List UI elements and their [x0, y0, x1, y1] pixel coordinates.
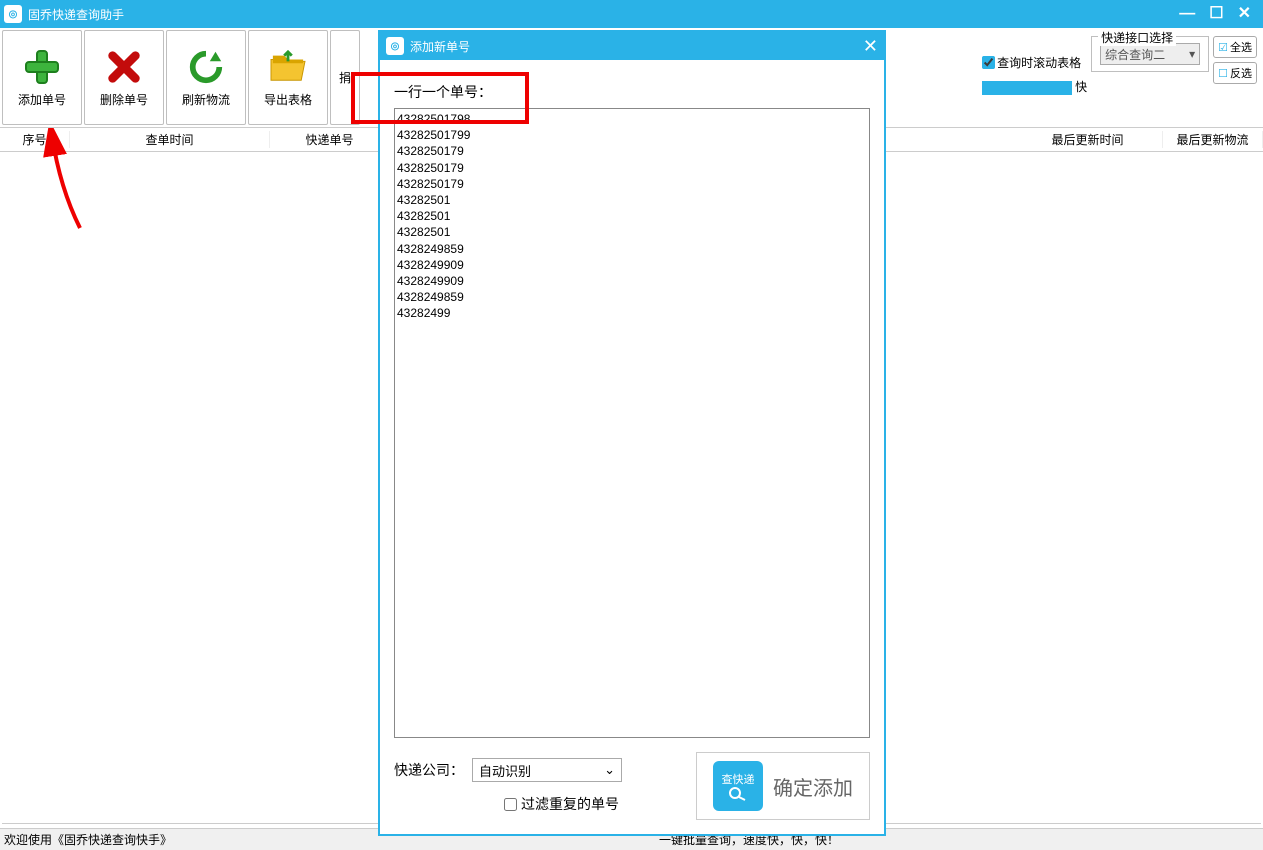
titlebar: ◎ 固乔快递查询助手 — ☐ ✕ [0, 0, 1263, 28]
minimize-button[interactable]: — [1179, 6, 1195, 22]
interface-combobox[interactable]: 综合查询二 ▾ [1100, 43, 1200, 65]
progress-bar [982, 81, 1072, 95]
app-icon: ◎ [4, 5, 22, 23]
add-tracking-button[interactable]: 添加单号 [2, 30, 82, 125]
progress-suffix: 快 [1075, 78, 1087, 95]
chevron-down-icon: ⌄ [604, 762, 615, 778]
refresh-icon [186, 47, 226, 87]
col-tracking[interactable]: 快递单号 [270, 131, 390, 148]
filter-duplicates-checkbox[interactable] [504, 798, 517, 811]
x-icon [104, 47, 144, 87]
company-combobox[interactable]: 自动识别 ⌄ [472, 758, 622, 782]
dialog-title-text: 添加新单号 [410, 38, 470, 55]
confirm-add-button[interactable]: 查快递 确定添加 [696, 752, 870, 820]
company-label: 快递公司： [394, 760, 464, 780]
app-title: 固乔快递查询助手 [28, 6, 124, 23]
export-button[interactable]: 导出表格 [248, 30, 328, 125]
scroll-checkbox[interactable] [982, 56, 995, 69]
close-button[interactable]: ✕ [1238, 6, 1251, 22]
add-tracking-dialog: ◎ 添加新单号 ✕ 一行一个单号： 快递公司： 自动识别 ⌄ 过滤重复的单号 [378, 30, 886, 836]
interface-groupbox: 快递接口选择 综合查询二 ▾ [1091, 36, 1209, 72]
folder-export-icon [268, 47, 308, 87]
dialog-titlebar: ◎ 添加新单号 ✕ [380, 32, 884, 60]
status-left: 欢迎使用《固乔快递查询快手》 [4, 831, 172, 848]
truncated-button[interactable]: 捐 [330, 30, 360, 125]
invert-selection-button[interactable]: ☐ 反选 [1213, 62, 1257, 84]
check-icon: ☑ [1218, 41, 1228, 54]
dialog-app-icon: ◎ [386, 37, 404, 55]
col-index[interactable]: 序号 [0, 131, 70, 148]
interface-group-label: 快递接口选择 [1098, 29, 1176, 46]
col-update-info[interactable]: 最后更新物流 [1163, 131, 1263, 148]
refresh-button[interactable]: 刷新物流 [166, 30, 246, 125]
dialog-close-button[interactable]: ✕ [863, 36, 878, 57]
scroll-checkbox-group: 查询时滚动表格 快 [982, 34, 1087, 95]
select-all-button[interactable]: ☑ 全选 [1213, 36, 1257, 58]
col-query-time[interactable]: 查单时间 [70, 131, 270, 148]
col-update-time[interactable]: 最后更新时间 [1013, 131, 1163, 148]
chevron-down-icon: ▾ [1189, 47, 1195, 61]
uncheck-icon: ☐ [1218, 67, 1228, 80]
filter-duplicates-label: 过滤重复的单号 [521, 794, 619, 814]
confirm-button-text: 确定添加 [773, 772, 853, 801]
tracking-numbers-textarea[interactable] [394, 108, 870, 738]
delete-tracking-button[interactable]: 删除单号 [84, 30, 164, 125]
search-express-icon: 查快递 [713, 761, 763, 811]
maximize-button[interactable]: ☐ [1209, 6, 1223, 22]
dialog-instruction: 一行一个单号： [394, 82, 870, 102]
plus-icon [22, 47, 62, 87]
scroll-checkbox-label: 查询时滚动表格 [997, 54, 1081, 71]
